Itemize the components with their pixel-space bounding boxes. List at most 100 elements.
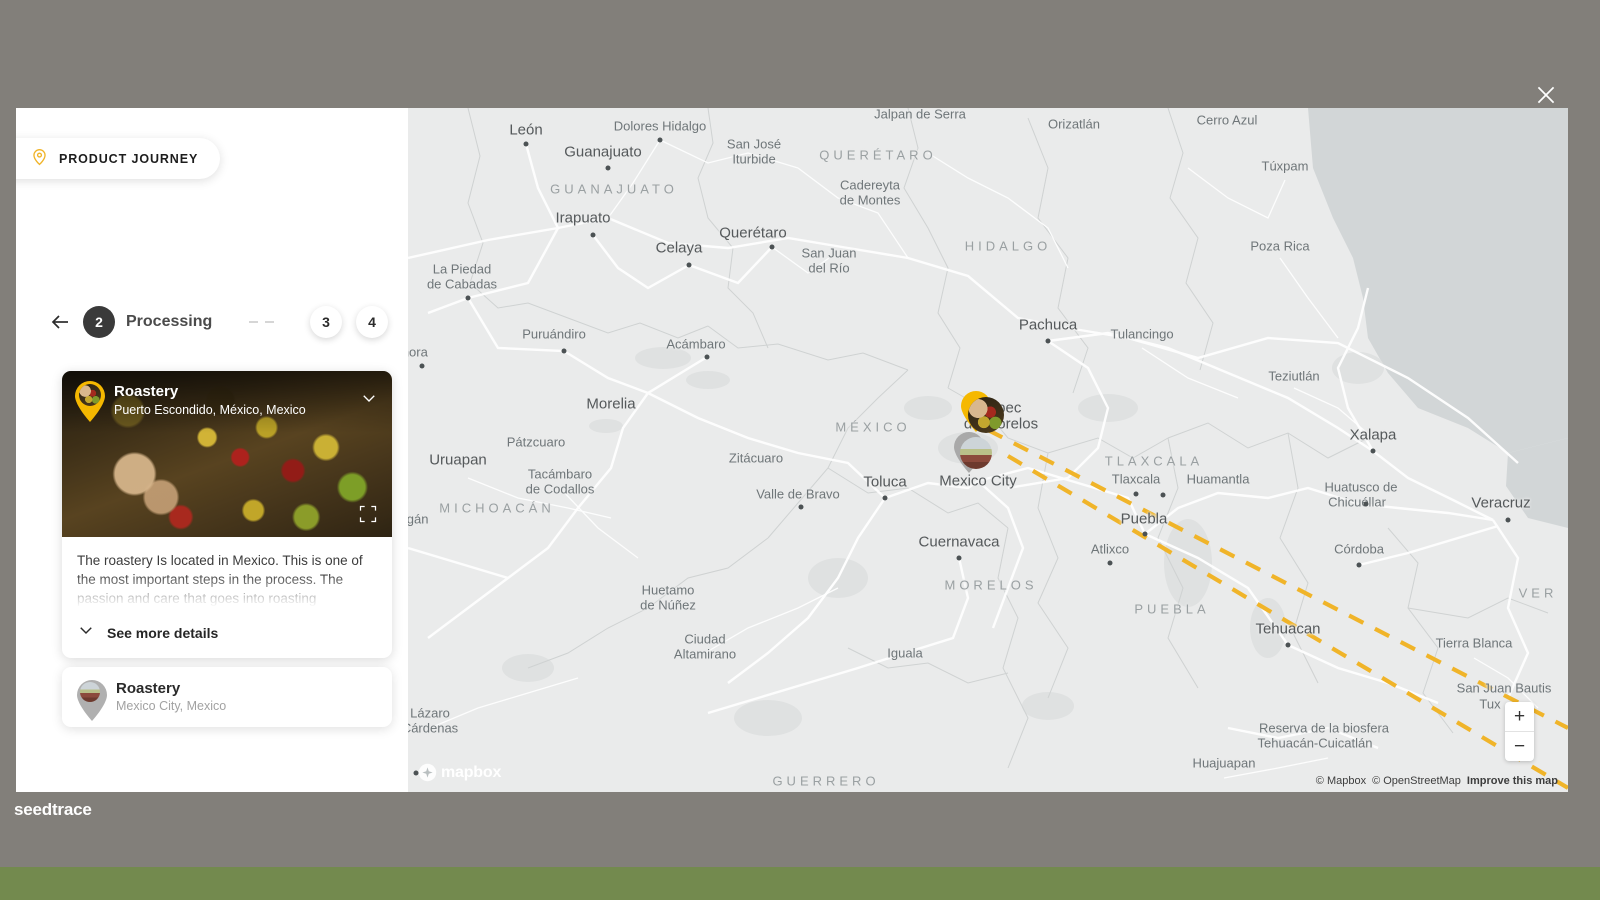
- journey-map[interactable]: LeónDolores HidalgoJalpan de SerraOrizat…: [408, 108, 1568, 792]
- map-label: Tehuacan: [1255, 621, 1320, 638]
- pin-thumbnail-image: [968, 397, 1004, 433]
- map-attribution: © Mapbox © OpenStreetMap Improve this ma…: [1316, 775, 1558, 787]
- map-label: Celaya: [656, 240, 703, 257]
- product-journey-modal: PRODUCT JOURNEY 2 Processing 3 4: [16, 108, 1568, 792]
- map-label: Huetamo: [642, 583, 695, 598]
- mapbox-logo[interactable]: mapbox: [418, 763, 501, 782]
- map-pin-thumbnail: [74, 380, 106, 422]
- step-current-number[interactable]: 2: [83, 306, 115, 338]
- map-label: Tulancingo: [1110, 327, 1173, 342]
- map-label: Querétaro: [719, 225, 787, 242]
- map-label: del Río: [808, 261, 849, 276]
- map-label: Orizatlán: [1048, 117, 1100, 132]
- map-label: Teziutlán: [1268, 369, 1319, 384]
- map-label: Tux: [1479, 697, 1500, 712]
- pin-thumbnail-image: [80, 682, 100, 702]
- step-4-button[interactable]: 4: [356, 306, 388, 338]
- step-current-label: Processing: [126, 313, 212, 331]
- map-pin-thumbnail-muted: [76, 679, 104, 716]
- close-icon[interactable]: [1533, 82, 1559, 108]
- step-connector: [216, 321, 306, 323]
- map-label: San José: [727, 137, 781, 152]
- map-zoom-controls: + −: [1505, 702, 1534, 761]
- map-label: de Codallos: [526, 482, 595, 497]
- map-label: Cadereyta: [840, 178, 900, 193]
- map-city-dot: [524, 142, 529, 147]
- step-card-title: Roastery: [114, 383, 306, 401]
- map-label: Huajuapan: [1193, 756, 1256, 771]
- map-label: de Cabadas: [427, 277, 497, 292]
- journey-stepper: 2 Processing 3 4: [48, 302, 388, 342]
- seedtrace-logo: seedtrace: [14, 800, 92, 820]
- map-label: La Piedad: [433, 262, 492, 277]
- map-city-dot: [1108, 561, 1113, 566]
- map-label: Morelia: [586, 396, 635, 413]
- map-label: Guanajuato: [564, 144, 642, 161]
- map-pin-active[interactable]: [960, 390, 1012, 458]
- map-label: Iguala: [887, 646, 922, 661]
- map-label: Valle de Bravo: [756, 487, 840, 502]
- map-city-dot: [1286, 643, 1291, 648]
- map-city-dot: [658, 138, 663, 143]
- footer-green-bar: [0, 867, 1600, 900]
- zoom-out-button[interactable]: −: [1505, 732, 1534, 761]
- map-city-dot: [1364, 502, 1369, 507]
- map-label: MORELOS: [944, 578, 1037, 593]
- step-3-button[interactable]: 3: [310, 306, 342, 338]
- map-label: PUEBLA: [1134, 602, 1209, 617]
- map-label: de Núñez: [640, 598, 696, 613]
- map-city-dot: [606, 166, 611, 171]
- map-label: San Juan: [802, 246, 857, 261]
- map-label: Pachuca: [1019, 317, 1077, 334]
- map-label: Xalapa: [1350, 427, 1397, 444]
- pin-thumbnail-image: [79, 384, 101, 406]
- expand-icon[interactable]: [358, 504, 378, 524]
- map-label: Poza Rica: [1250, 239, 1309, 254]
- map-city-dot: [799, 505, 804, 510]
- see-more-details-button[interactable]: See more details: [62, 607, 392, 658]
- map-city-dot: [1371, 449, 1376, 454]
- map-city-dot: [1357, 563, 1362, 568]
- mapbox-logo-label: mapbox: [441, 764, 501, 782]
- chevron-down-icon[interactable]: [360, 389, 378, 407]
- map-city-dot: [420, 364, 425, 369]
- zoom-in-button[interactable]: +: [1505, 702, 1534, 731]
- map-label: Iturbide: [732, 152, 775, 167]
- map-city-dot: [1143, 532, 1148, 537]
- journey-panel: PRODUCT JOURNEY 2 Processing 3 4: [16, 108, 408, 792]
- map-label: MÉXICO: [835, 420, 910, 435]
- map-label: Tierra Blanca: [1436, 636, 1513, 651]
- map-label: TLAXCALA: [1105, 454, 1203, 469]
- map-label: QUERÉTARO: [819, 148, 936, 163]
- journey-step-card[interactable]: Roastery Puerto Escondido, México, Mexic…: [62, 371, 392, 658]
- map-label: Cerro Azul: [1197, 113, 1258, 128]
- product-journey-badge-label: PRODUCT JOURNEY: [59, 152, 198, 166]
- arrow-left-icon[interactable]: [48, 310, 72, 334]
- map-pin-icon: [30, 147, 49, 171]
- map-label: Ciudad: [684, 632, 725, 647]
- step-card-description: The roastery Is located in Mexico. This …: [77, 551, 377, 607]
- attribution-mapbox[interactable]: © Mapbox: [1316, 775, 1366, 787]
- mapbox-mark-icon: [418, 763, 437, 782]
- attribution-osm[interactable]: © OpenStreetMap: [1372, 775, 1461, 787]
- map-label: San Juan Bautis: [1457, 681, 1552, 696]
- map-city-dot: [466, 296, 471, 301]
- map-label: Atlixco: [1091, 542, 1129, 557]
- map-label: GUERRERO: [772, 774, 879, 789]
- map-label: Jalpan de Serra: [874, 108, 966, 122]
- map-label: Córdoba: [1334, 542, 1384, 557]
- map-label: VER: [1519, 586, 1558, 601]
- product-journey-badge: PRODUCT JOURNEY: [16, 138, 220, 179]
- map-city-dot: [957, 556, 962, 561]
- step-card-photo: Roastery Puerto Escondido, México, Mexic…: [62, 371, 392, 537]
- map-city-dot: [1046, 339, 1051, 344]
- map-label: Cuernavaca: [919, 534, 1000, 551]
- map-label: Zitácuaro: [729, 451, 783, 466]
- step-card-body: The roastery Is located in Mexico. This …: [62, 537, 392, 607]
- map-label: Lázaro: [410, 706, 450, 721]
- map-label: mora: [408, 345, 428, 360]
- journey-secondary-card[interactable]: Roastery Mexico City, Mexico: [62, 667, 392, 727]
- map-label: Huatusco de: [1325, 480, 1398, 495]
- map-city-dot: [1506, 518, 1511, 523]
- improve-this-map-link[interactable]: Improve this map: [1467, 775, 1558, 787]
